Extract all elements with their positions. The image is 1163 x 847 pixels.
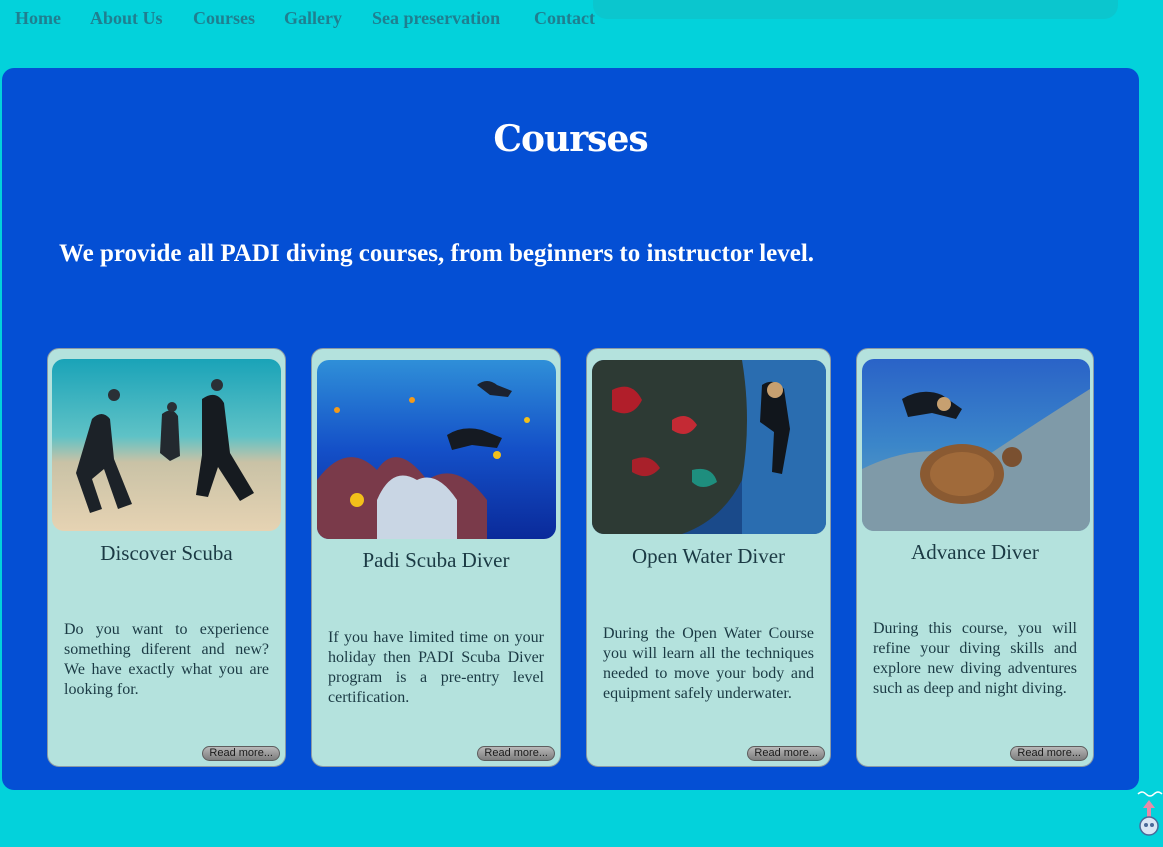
course-card-open-water-diver: Open Water Diver During the Open Water C… xyxy=(586,348,831,767)
course-title-advance-diver: Advance Diver xyxy=(911,540,1039,564)
scroll-top-button[interactable] xyxy=(1136,788,1163,840)
course-photo-padi-scuba-diver xyxy=(317,360,556,539)
course-photo-open-water-diver xyxy=(592,360,826,534)
top-navigation: Home About Us Courses Gallery Sea preser… xyxy=(0,0,1163,40)
course-photo-advance-diver xyxy=(862,359,1090,531)
read-more-button-padi-scuba-diver[interactable]: Read more... xyxy=(477,746,555,761)
courses-section: Courses We provide all PADI diving cours… xyxy=(2,68,1139,790)
intro-text: We provide all PADI diving courses, from… xyxy=(59,240,815,267)
course-title-open-water-diver: Open Water Diver xyxy=(631,544,786,568)
course-title-padi-scuba-diver: Padi Scuba Diver xyxy=(362,548,510,572)
course-title-discover-scuba: Discover Scuba xyxy=(100,541,233,565)
course-description-open-water-diver: During the Open Water Course you will le… xyxy=(603,625,814,702)
course-card-advance-diver: Advance Diver During this course, you wi… xyxy=(856,348,1094,767)
nav-link-sea-preservation[interactable]: Sea preservation xyxy=(372,8,500,29)
nav-decoration xyxy=(593,0,1118,19)
read-more-button-discover-scuba[interactable]: Read more... xyxy=(202,746,280,761)
course-card-discover-scuba: Discover Scuba Do you want to experience… xyxy=(47,348,286,767)
course-card-padi-scuba-diver: Padi Scuba Diver If you have limited tim… xyxy=(311,348,561,767)
nav-link-gallery[interactable]: Gallery xyxy=(284,8,342,29)
arrow-up-icon xyxy=(1137,791,1163,836)
course-description-advance-diver: During this course, you will refine your… xyxy=(873,620,1077,697)
page-title: Courses xyxy=(493,118,648,160)
course-photo-discover-scuba xyxy=(52,359,281,531)
read-more-button-advance-diver[interactable]: Read more... xyxy=(1010,746,1088,761)
read-more-button-open-water-diver[interactable]: Read more... xyxy=(747,746,825,761)
nav-link-courses[interactable]: Courses xyxy=(193,8,255,29)
nav-link-about-us[interactable]: About Us xyxy=(90,8,163,29)
nav-link-home[interactable]: Home xyxy=(15,8,61,29)
course-description-padi-scuba-diver: If you have limited time on your holiday… xyxy=(328,629,544,706)
course-description-discover-scuba: Do you want to experience something dife… xyxy=(64,621,269,698)
nav-link-contact[interactable]: Contact xyxy=(534,8,595,29)
